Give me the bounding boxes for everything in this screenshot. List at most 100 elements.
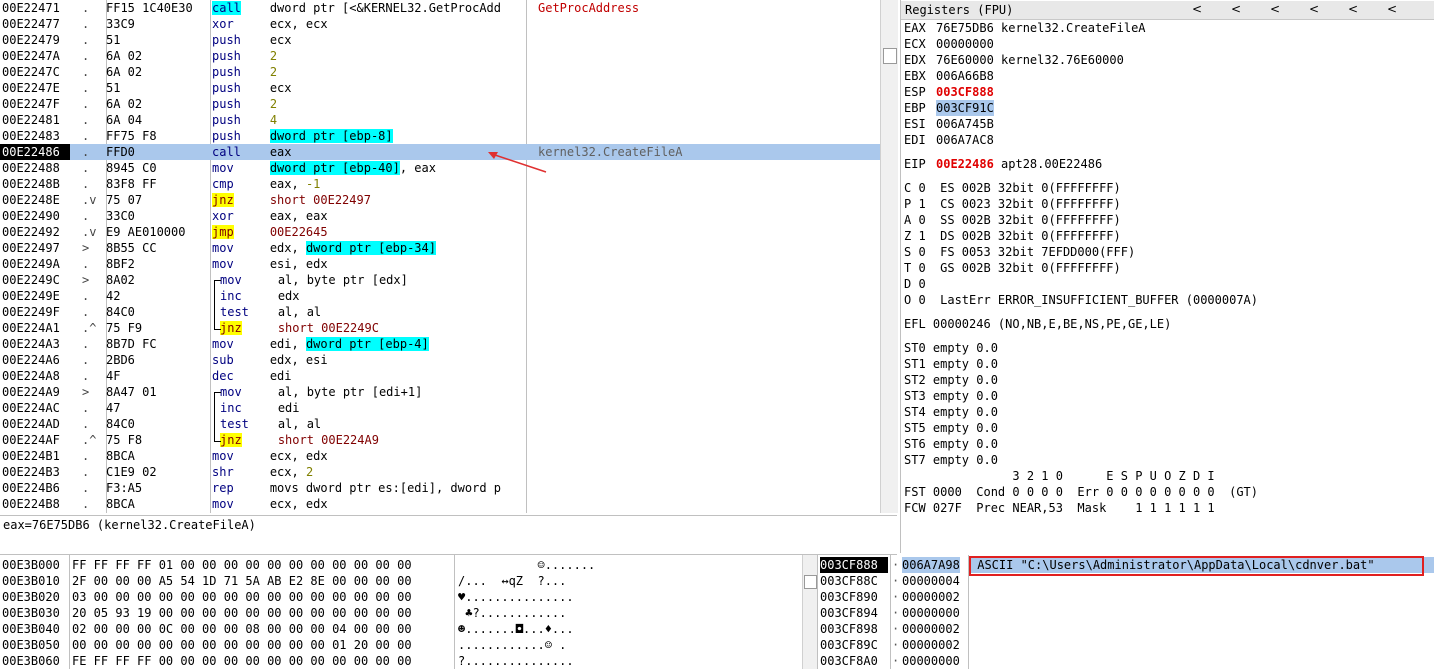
disasm-row[interactable]: 00E224B8. 8BCA mov ecx, edx bbox=[0, 496, 880, 512]
dump-row[interactable]: 00E3B040 02 00 00 00 0C 00 00 00 08 00 00… bbox=[0, 621, 800, 637]
register-value[interactable]: 006A7AC8 bbox=[936, 132, 994, 148]
operand: dword ptr [ebp-8] bbox=[269, 129, 393, 143]
disasm-row[interactable]: 00E22492 .v E9 AE010000 jmp 00E22645 bbox=[0, 224, 880, 240]
disasm-row[interactable]: 00E2249E. 42 inc edx bbox=[0, 288, 880, 304]
dump-scrollbar[interactable] bbox=[802, 555, 817, 669]
disasm-row[interactable]: 00E22490. 33C0 xor eax, eax bbox=[0, 208, 880, 224]
dump-row[interactable]: 00E3B020 03 00 00 00 00 00 00 00 00 00 00… bbox=[0, 589, 800, 605]
register-value[interactable]: 76E60000 bbox=[936, 52, 994, 68]
register-value[interactable]: 003CF888 bbox=[936, 84, 994, 100]
memory-dump-pane[interactable]: 00E3B000 FF FF FF FF 01 00 00 00 00 00 00… bbox=[0, 555, 800, 669]
disassembly-scrollbar[interactable] bbox=[880, 0, 898, 513]
disasm-row[interactable]: 00E22477. 33C9 xor ecx, ecx bbox=[0, 16, 880, 32]
instruction-bytes: 8B7D FC bbox=[106, 337, 157, 351]
operand: ecx bbox=[269, 81, 292, 95]
register-value[interactable]: 006A745B bbox=[936, 116, 994, 132]
dump-row[interactable]: 00E3B010 2F 00 00 00 A5 54 1D 71 5A AB E2… bbox=[0, 573, 800, 589]
register-eax: EAX 76E75DB6 kernel32.CreateFileA bbox=[904, 20, 1146, 36]
mnemonic: xor bbox=[212, 209, 234, 223]
panel-scroll-left-button[interactable]: < bbox=[1187, 2, 1207, 16]
jump-marker: . bbox=[82, 449, 90, 463]
stack-marker: · bbox=[892, 638, 900, 652]
disasm-row[interactable]: 00E224B6. F3:A5 rep movs dword ptr es:[edi… bbox=[0, 480, 880, 496]
disasm-row[interactable]: 00E22479. 51 push ecx bbox=[0, 32, 880, 48]
register-value[interactable]: 00E22486 bbox=[936, 156, 994, 172]
disasm-row[interactable]: 00E22481. 6A 04 push 4 bbox=[0, 112, 880, 128]
panel-scroll-left-button[interactable]: < bbox=[1304, 2, 1324, 16]
stack-address: 003CF890 bbox=[820, 590, 878, 604]
mnemonic: mov bbox=[212, 497, 234, 511]
disasm-row[interactable]: 00E224A9 >8A47 01 mov al, byte ptr [edi+1] bbox=[0, 384, 880, 400]
annotation-highlight-box bbox=[969, 556, 1424, 576]
instruction-text: push 2 bbox=[212, 96, 528, 112]
instruction-bytes: FF75 F8 bbox=[106, 129, 157, 143]
register-value[interactable]: 006A66B8 bbox=[936, 68, 994, 84]
disasm-row[interactable]: 00E224A8. 4F dec edi bbox=[0, 368, 880, 384]
panel-scroll-left-button[interactable]: < bbox=[1343, 2, 1363, 16]
dump-scroll-thumb[interactable] bbox=[804, 575, 817, 589]
jump-marker: . bbox=[82, 113, 90, 127]
instruction-text: push ecx bbox=[212, 80, 528, 96]
mnemonic: mov bbox=[220, 385, 242, 399]
stack-value: 00000002 bbox=[902, 638, 960, 652]
disasm-row[interactable]: 00E224A1 .^ 75 F9 jnz short 00E2249C bbox=[0, 320, 880, 336]
panel-scroll-left-button[interactable]: < bbox=[1226, 2, 1246, 16]
disasm-row[interactable]: 00E224AC. 47 inc edi bbox=[0, 400, 880, 416]
disasm-row[interactable]: 00E224A3. 8B7D FC mov edi, dword ptr [ebp-… bbox=[0, 336, 880, 352]
disasm-row[interactable]: 00E2249F. 84C0 test al, al bbox=[0, 304, 880, 320]
disasm-row[interactable]: 00E2248B. 83F8 FF cmp eax, -1 bbox=[0, 176, 880, 192]
dump-ascii: ♣?............ bbox=[458, 606, 567, 620]
dump-row[interactable]: 00E3B030 20 05 93 19 00 00 00 00 00 00 00… bbox=[0, 605, 800, 621]
disasm-row[interactable]: 00E224AF .^ 75 F8 jnz short 00E224A9 bbox=[0, 432, 880, 448]
mnemonic: cmp bbox=[212, 177, 234, 191]
disasm-row[interactable]: 00E2249C >8A02 mov al, byte ptr [edx] bbox=[0, 272, 880, 288]
disassembly-scroll-thumb[interactable] bbox=[883, 48, 897, 64]
stack-row[interactable]: 003CF890 · 00000002 bbox=[818, 589, 1434, 605]
disasm-row[interactable]: 00E2247C. 6A 02 push 2 bbox=[0, 64, 880, 80]
disasm-row[interactable]: 00E22483. FF75 F8 push dword ptr [ebp-8] bbox=[0, 128, 880, 144]
panel-scroll-left-button[interactable]: < bbox=[1265, 2, 1285, 16]
disasm-row[interactable]: 00E22471. FF15 1C40E30 call dword ptr [<&K… bbox=[0, 0, 880, 16]
register-value[interactable]: 76E75DB6 bbox=[936, 20, 994, 36]
disasm-row[interactable]: 00E224B1. 8BCA mov ecx, edx bbox=[0, 448, 880, 464]
register-value[interactable]: 003CF91C bbox=[936, 100, 994, 116]
register-name: EBP bbox=[904, 101, 926, 115]
mnemonic: shr bbox=[212, 465, 234, 479]
operand: ecx, bbox=[269, 465, 306, 479]
disasm-row[interactable]: 00E2247F. 6A 02 push 2 bbox=[0, 96, 880, 112]
disasm-row[interactable]: 00E2247E. 51 push ecx bbox=[0, 80, 880, 96]
dump-row[interactable]: 00E3B050 00 00 00 00 00 00 00 00 00 00 00… bbox=[0, 637, 800, 653]
disasm-row[interactable]: 00E224AD. 84C0 test al, al bbox=[0, 416, 880, 432]
dump-row[interactable]: 00E3B060 FE FF FF FF 00 00 00 00 00 00 00… bbox=[0, 653, 800, 669]
register-name: EIP bbox=[904, 157, 926, 171]
stack-value: 00000002 bbox=[902, 590, 960, 604]
disasm-row[interactable]: 00E2249A. 8BF2 mov esi, edx bbox=[0, 256, 880, 272]
stack-row[interactable]: 003CF8A0 · 00000000 bbox=[818, 653, 1434, 669]
mnemonic: mov bbox=[212, 161, 234, 175]
dump-ascii: /... ↔qZ ?... bbox=[458, 574, 567, 588]
disasm-row[interactable]: 00E22486. FFD0 call eax kernel32.CreateFile… bbox=[0, 144, 880, 160]
jump-marker: . bbox=[82, 1, 90, 15]
dump-row[interactable]: 00E3B000 FF FF FF FF 01 00 00 00 00 00 00… bbox=[0, 557, 800, 573]
registers-pane[interactable]: Registers (FPU) < < < < < < EAX 76E75DB6 kerne… bbox=[900, 0, 1434, 553]
disasm-row[interactable]: 00E22497 >8B55 CC mov edx, dword ptr [ebp-… bbox=[0, 240, 880, 256]
mnemonic: call bbox=[212, 145, 241, 159]
disasm-row[interactable]: 00E2247A. 6A 02 push 2 bbox=[0, 48, 880, 64]
disasm-row[interactable]: 00E22488. 8945 C0 mov dword ptr [ebp-40], … bbox=[0, 160, 880, 176]
stack-row[interactable]: 003CF898 · 00000002 bbox=[818, 621, 1434, 637]
mnemonic: jmp bbox=[212, 225, 234, 239]
annotation-arrow bbox=[488, 152, 547, 173]
panel-scroll-left-button[interactable]: < bbox=[1382, 2, 1402, 16]
register-esp: ESP 003CF888 bbox=[904, 84, 994, 100]
disasm-row[interactable]: 00E2248E .v 75 07 jnz short 00E22497 bbox=[0, 192, 880, 208]
instruction-text: jnz short 00E224A9 bbox=[212, 432, 536, 448]
stack-row[interactable]: 003CF894 · 00000000 bbox=[818, 605, 1434, 621]
disasm-row[interactable]: 00E224B3. C1E9 02 shr ecx, 2 bbox=[0, 464, 880, 480]
disasm-row[interactable]: 00E224A6. 2BD6 sub edx, esi bbox=[0, 352, 880, 368]
stack-row[interactable]: 003CF89C · 00000002 bbox=[818, 637, 1434, 653]
register-value[interactable]: 00000000 bbox=[936, 36, 994, 52]
mnemonic: push bbox=[212, 97, 241, 111]
operand: edi, bbox=[269, 337, 306, 351]
flag-line: T 0 GS 002B 32bit 0(FFFFFFFF) bbox=[904, 261, 1121, 275]
disassembly-pane[interactable]: 00E22471. FF15 1C40E30 call dword ptr [<&K… bbox=[0, 0, 880, 513]
